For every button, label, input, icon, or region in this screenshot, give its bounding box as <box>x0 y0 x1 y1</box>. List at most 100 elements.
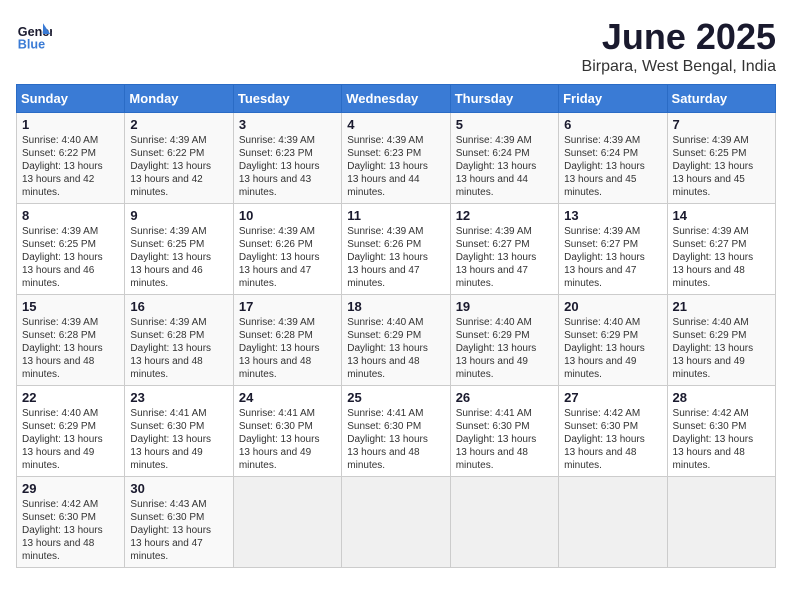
calendar-cell: 16Sunrise: 4:39 AMSunset: 6:28 PMDayligh… <box>125 295 233 386</box>
daylight-hours-label: Daylight: 13 hours <box>673 160 770 173</box>
day-number: 8 <box>22 208 119 223</box>
daylight-minutes-text: 13 hours and 45 minutes. <box>673 173 770 199</box>
daylight-hours-label: Daylight: 13 hours <box>673 433 770 446</box>
daylight-minutes-text: 13 hours and 44 minutes. <box>456 173 553 199</box>
logo: General Blue <box>16 16 52 52</box>
header-row: Sunday Monday Tuesday Wednesday Thursday… <box>17 85 776 113</box>
sunset-text: Sunset: 6:29 PM <box>347 329 444 342</box>
daylight-minutes-text: 13 hours and 47 minutes. <box>130 537 227 563</box>
calendar-cell: 15Sunrise: 4:39 AMSunset: 6:28 PMDayligh… <box>17 295 125 386</box>
daylight-hours-label: Daylight: 13 hours <box>22 160 119 173</box>
sunset-text: Sunset: 6:24 PM <box>456 147 553 160</box>
day-number: 10 <box>239 208 336 223</box>
sunrise-text: Sunrise: 4:39 AM <box>239 134 336 147</box>
sunset-text: Sunset: 6:25 PM <box>673 147 770 160</box>
calendar-cell <box>342 477 450 568</box>
daylight-minutes-text: 13 hours and 47 minutes. <box>239 264 336 290</box>
sunrise-text: Sunrise: 4:41 AM <box>130 407 227 420</box>
daylight-minutes-text: 13 hours and 48 minutes. <box>347 446 444 472</box>
daylight-hours-label: Daylight: 13 hours <box>347 251 444 264</box>
calendar-cell: 20Sunrise: 4:40 AMSunset: 6:29 PMDayligh… <box>559 295 667 386</box>
daylight-minutes-text: 13 hours and 48 minutes. <box>130 355 227 381</box>
day-number: 7 <box>673 117 770 132</box>
calendar-cell: 22 Sunrise: 4:40 AMSunset: 6:29 PMDayligh… <box>17 386 125 477</box>
sunset-text: Sunset: 6:28 PM <box>130 329 227 342</box>
sunset-text: Sunset: 6:23 PM <box>239 147 336 160</box>
day-number: 29 <box>22 481 119 496</box>
daylight-minutes-text: 13 hours and 48 minutes. <box>22 537 119 563</box>
daylight-hours-label: Daylight: 13 hours <box>564 342 661 355</box>
daylight-hours-label: Daylight: 13 hours <box>456 251 553 264</box>
day-number: 1 <box>22 117 119 132</box>
sunrise-text: Sunrise: 4:40 AM <box>673 316 770 329</box>
day-number: 21 <box>673 299 770 314</box>
calendar-week-5: 29Sunrise: 4:42 AMSunset: 6:30 PMDayligh… <box>17 477 776 568</box>
day-number: 22 <box>22 390 119 405</box>
sunrise-text: Sunrise: 4:42 AM <box>673 407 770 420</box>
daylight-hours-label: Daylight: 13 hours <box>22 433 119 446</box>
daylight-hours-label: Daylight: 13 hours <box>22 524 119 537</box>
day-number: 5 <box>456 117 553 132</box>
sunrise-text: Sunrise: 4:39 AM <box>239 316 336 329</box>
sunset-text: Sunset: 6:27 PM <box>456 238 553 251</box>
sunset-text: Sunset: 6:30 PM <box>347 420 444 433</box>
sunset-text: Sunset: 6:23 PM <box>347 147 444 160</box>
day-number: 14 <box>673 208 770 223</box>
daylight-hours-label: Daylight: 13 hours <box>239 160 336 173</box>
calendar-cell: 23Sunrise: 4:41 AMSunset: 6:30 PMDayligh… <box>125 386 233 477</box>
sunset-text: Sunset: 6:22 PM <box>22 147 119 160</box>
calendar-cell: 12Sunrise: 4:39 AMSunset: 6:27 PMDayligh… <box>450 204 558 295</box>
daylight-minutes-text: 13 hours and 48 minutes. <box>347 355 444 381</box>
daylight-hours-label: Daylight: 13 hours <box>130 433 227 446</box>
sunrise-text: Sunrise: 4:40 AM <box>22 407 119 420</box>
calendar-table: Sunday Monday Tuesday Wednesday Thursday… <box>16 84 776 568</box>
sunset-text: Sunset: 6:26 PM <box>347 238 444 251</box>
daylight-minutes-text: 13 hours and 48 minutes. <box>239 355 336 381</box>
daylight-hours-label: Daylight: 13 hours <box>456 160 553 173</box>
svg-text:Blue: Blue <box>18 37 45 51</box>
day-number: 26 <box>456 390 553 405</box>
calendar-cell: 27Sunrise: 4:42 AMSunset: 6:30 PMDayligh… <box>559 386 667 477</box>
sunset-text: Sunset: 6:29 PM <box>22 420 119 433</box>
daylight-hours-label: Daylight: 13 hours <box>673 251 770 264</box>
daylight-minutes-text: 13 hours and 48 minutes. <box>673 264 770 290</box>
day-number: 27 <box>564 390 661 405</box>
calendar-cell: 2Sunrise: 4:39 AMSunset: 6:22 PMDaylight… <box>125 113 233 204</box>
sunset-text: Sunset: 6:30 PM <box>673 420 770 433</box>
day-number: 3 <box>239 117 336 132</box>
calendar-cell: 5Sunrise: 4:39 AMSunset: 6:24 PMDaylight… <box>450 113 558 204</box>
month-title: June 2025 <box>582 16 776 58</box>
sunrise-text: Sunrise: 4:42 AM <box>22 498 119 511</box>
daylight-hours-label: Daylight: 13 hours <box>347 342 444 355</box>
calendar-cell: 18Sunrise: 4:40 AMSunset: 6:29 PMDayligh… <box>342 295 450 386</box>
page-header: General Blue June 2025 Birpara, West Ben… <box>16 16 776 76</box>
sunset-text: Sunset: 6:27 PM <box>673 238 770 251</box>
location-title: Birpara, West Bengal, India <box>582 58 776 76</box>
daylight-hours-label: Daylight: 13 hours <box>456 342 553 355</box>
daylight-hours-label: Daylight: 13 hours <box>564 251 661 264</box>
daylight-minutes-text: 13 hours and 46 minutes. <box>130 264 227 290</box>
sunrise-text: Sunrise: 4:39 AM <box>130 134 227 147</box>
col-saturday: Saturday <box>667 85 775 113</box>
day-number: 25 <box>347 390 444 405</box>
sunset-text: Sunset: 6:30 PM <box>456 420 553 433</box>
daylight-hours-label: Daylight: 13 hours <box>239 433 336 446</box>
sunrise-text: Sunrise: 4:39 AM <box>130 316 227 329</box>
sunset-text: Sunset: 6:30 PM <box>130 420 227 433</box>
calendar-cell: 25Sunrise: 4:41 AMSunset: 6:30 PMDayligh… <box>342 386 450 477</box>
calendar-cell: 24Sunrise: 4:41 AMSunset: 6:30 PMDayligh… <box>233 386 341 477</box>
daylight-hours-label: Daylight: 13 hours <box>347 433 444 446</box>
calendar-cell: 7Sunrise: 4:39 AMSunset: 6:25 PMDaylight… <box>667 113 775 204</box>
daylight-hours-label: Daylight: 13 hours <box>22 251 119 264</box>
calendar-cell: 28Sunrise: 4:42 AMSunset: 6:30 PMDayligh… <box>667 386 775 477</box>
sunset-text: Sunset: 6:28 PM <box>22 329 119 342</box>
calendar-week-3: 15Sunrise: 4:39 AMSunset: 6:28 PMDayligh… <box>17 295 776 386</box>
calendar-cell: 4Sunrise: 4:39 AMSunset: 6:23 PMDaylight… <box>342 113 450 204</box>
sunrise-text: Sunrise: 4:39 AM <box>564 225 661 238</box>
calendar-cell: 26Sunrise: 4:41 AMSunset: 6:30 PMDayligh… <box>450 386 558 477</box>
sunset-text: Sunset: 6:30 PM <box>564 420 661 433</box>
calendar-cell: 8Sunrise: 4:39 AMSunset: 6:25 PMDaylight… <box>17 204 125 295</box>
daylight-hours-label: Daylight: 13 hours <box>239 251 336 264</box>
sunrise-text: Sunrise: 4:39 AM <box>347 134 444 147</box>
col-friday: Friday <box>559 85 667 113</box>
